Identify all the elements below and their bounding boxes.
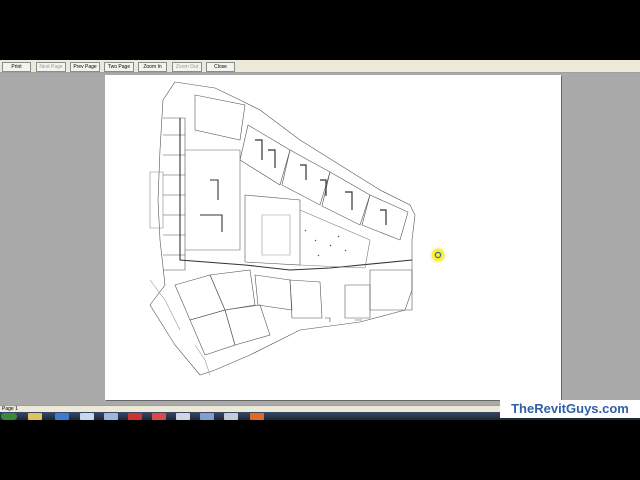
- zoom-out-button[interactable]: Zoom Out: [172, 62, 202, 72]
- app-icon[interactable]: [200, 413, 214, 420]
- print-button[interactable]: Print: [2, 62, 31, 72]
- start-icon[interactable]: [1, 413, 17, 420]
- cursor-highlight-icon: [432, 249, 444, 261]
- ie-icon[interactable]: [55, 413, 69, 420]
- preview-area[interactable]: [0, 73, 640, 405]
- prev-page-button[interactable]: Prev Page: [70, 62, 100, 72]
- zoom-in-button[interactable]: Zoom In: [138, 62, 167, 72]
- letterbox-bottom: [0, 420, 640, 480]
- watermark: TheRevitGuys.com: [500, 400, 640, 418]
- print-preview-toolbar: Print Next Page Prev Page Two Page Zoom …: [0, 60, 640, 73]
- close-button[interactable]: Close: [206, 62, 235, 72]
- explorer-icon[interactable]: [28, 413, 42, 420]
- app-icon[interactable]: [104, 413, 118, 420]
- app-icon[interactable]: [128, 413, 142, 420]
- floor-plan-drawing: [149, 81, 416, 376]
- revit-icon[interactable]: [250, 413, 264, 420]
- app-icon[interactable]: [80, 413, 94, 420]
- two-page-button[interactable]: Two Page: [104, 62, 134, 72]
- letterbox-top: [0, 0, 640, 60]
- next-page-button[interactable]: Next Page: [36, 62, 66, 72]
- app-icon[interactable]: [224, 413, 238, 420]
- app-icon[interactable]: [152, 413, 166, 420]
- preview-page: [105, 75, 561, 400]
- app-icon[interactable]: [176, 413, 190, 420]
